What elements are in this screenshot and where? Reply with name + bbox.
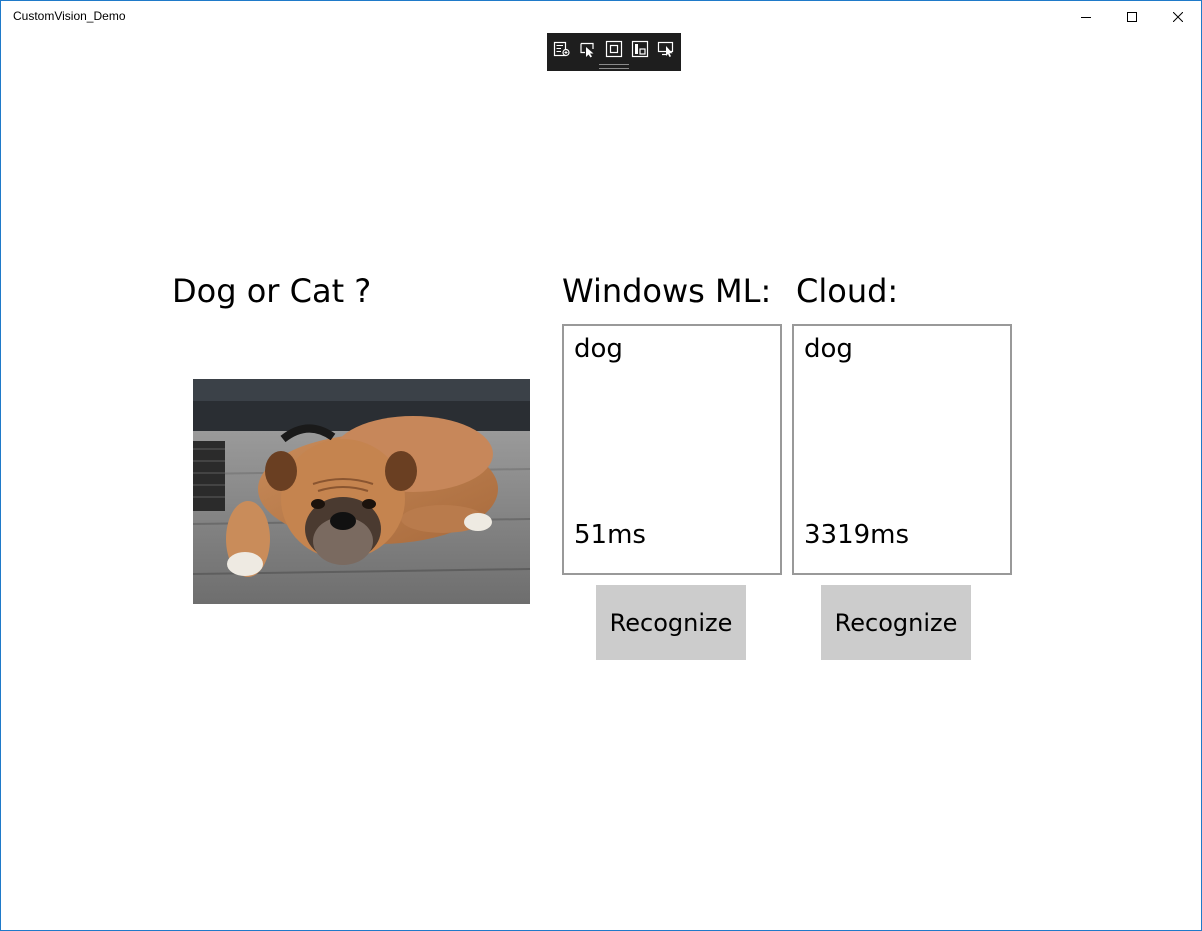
dog-photo [193,379,530,604]
track-focus-button[interactable] [631,40,649,58]
minimize-button[interactable] [1063,1,1109,32]
windows-ml-result-time: 51ms [574,520,646,550]
cloud-result-label: dog [804,334,853,364]
display-layout-adorners-button[interactable] [605,40,623,58]
windows-ml-recognize-button[interactable]: Recognize [596,585,746,660]
live-visual-tree-button[interactable] [553,40,571,58]
close-button[interactable] [1155,1,1201,32]
in-app-debug-toolbar [547,33,681,71]
close-icon [1173,11,1183,22]
cloud-result-time: 3319ms [804,520,910,550]
window-title: CustomVision_Demo [13,9,126,23]
preview-selection-icon [657,40,675,58]
preview-selection-button[interactable] [657,40,675,58]
cloud-recognize-button[interactable]: Recognize [821,585,971,660]
page-title: Dog or Cat ? [172,272,372,310]
display-layout-adorners-icon [605,40,623,58]
cloud-result-box: dog 3319ms [792,324,1012,575]
cloud-heading: Cloud: [796,272,899,310]
windows-ml-result-box: dog 51ms [562,324,782,575]
select-element-button[interactable] [579,40,597,58]
windows-ml-result-label: dog [574,334,623,364]
minimize-icon [1081,12,1091,22]
maximize-button[interactable] [1109,1,1155,32]
app-window: CustomVision_Demo Dog or Cat ? Windows M… [0,0,1202,931]
title-bar[interactable]: CustomVision_Demo [1,1,1201,32]
windows-ml-heading: Windows ML: [562,272,772,310]
track-focus-icon [631,40,649,58]
select-element-icon [579,40,597,58]
maximize-icon [1127,11,1137,22]
live-visual-tree-icon [553,40,571,58]
toolbar-grip[interactable] [599,64,629,69]
